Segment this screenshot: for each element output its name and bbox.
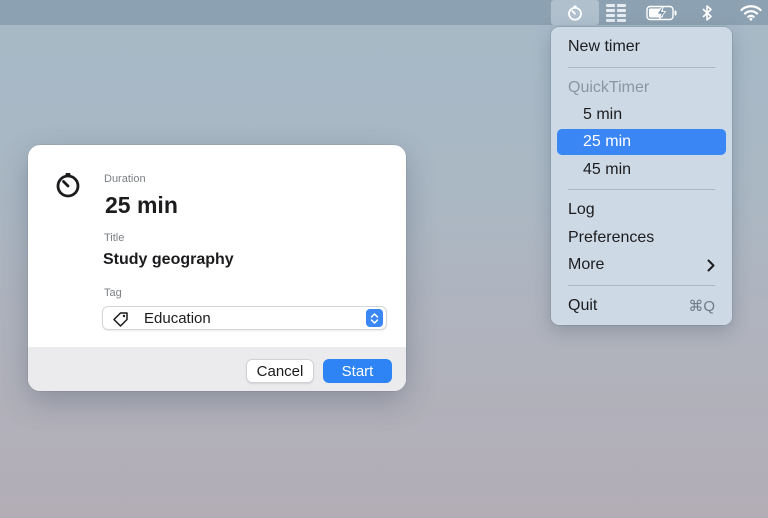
bluetooth-icon [702, 4, 712, 21]
cancel-button[interactable]: Cancel [246, 359, 314, 383]
tag-select[interactable]: Education [102, 306, 387, 330]
new-timer-dialog: Duration 25 min Title Study geography Ta… [28, 145, 406, 391]
timer-dropdown-menu: New timer QuickTimer 5 min 25 min 45 min… [551, 27, 732, 325]
timer-icon [568, 5, 582, 21]
title-label: Title [104, 232, 125, 244]
chevron-right-icon [707, 252, 715, 278]
menubar-stack-item[interactable] [604, 0, 628, 25]
menu-item-label: 25 min [583, 133, 632, 150]
wifi-icon [740, 5, 762, 21]
tag-icon [113, 312, 128, 327]
menubar-battery-item[interactable] [645, 0, 679, 25]
tag-label: Tag [104, 287, 122, 299]
dialog-footer: Cancel Start [28, 347, 406, 391]
menu-section-label: QuickTimer [568, 79, 650, 96]
menubar-wifi-item[interactable] [738, 0, 764, 25]
menubar-timer-item[interactable] [551, 0, 599, 25]
menu-item-label: New timer [568, 38, 641, 55]
stack-icon [606, 3, 626, 22]
quit-shortcut: ⌘Q [688, 298, 715, 315]
timer-icon [56, 173, 80, 198]
start-button[interactable]: Start [323, 359, 392, 383]
menu-separator [568, 285, 715, 286]
battery-charging-icon [646, 5, 677, 20]
menu-item-quit[interactable]: Quit ⌘Q [557, 293, 726, 319]
title-value[interactable]: Study geography [103, 251, 234, 269]
menu-item-label: Log [568, 201, 595, 218]
menu-bar [0, 0, 768, 25]
menu-item-label: More [568, 256, 605, 273]
menu-item-label: 45 min [583, 161, 632, 178]
menu-section-header-quicktimer: QuickTimer [557, 75, 726, 101]
menu-item-new-timer[interactable]: New timer [557, 34, 726, 60]
duration-label: Duration [104, 173, 146, 185]
duration-value: 25 min [105, 192, 178, 218]
menu-item-preset-45-min[interactable]: 45 min [557, 157, 726, 183]
menu-item-label: Preferences [568, 229, 655, 246]
menu-item-preferences[interactable]: Preferences [557, 225, 726, 251]
menu-item-more[interactable]: More [557, 252, 726, 278]
menu-item-preset-25-min[interactable]: 25 min [557, 129, 726, 155]
menu-separator [568, 67, 715, 68]
menu-separator [568, 189, 715, 190]
menu-item-log[interactable]: Log [557, 197, 726, 223]
tag-select-value: Education [144, 310, 211, 327]
menubar-bluetooth-item[interactable] [698, 0, 716, 25]
select-stepper-icon[interactable] [366, 309, 383, 327]
menu-item-label: Quit [568, 297, 598, 314]
menu-item-preset-5-min[interactable]: 5 min [557, 102, 726, 128]
menu-item-label: 5 min [583, 106, 623, 123]
